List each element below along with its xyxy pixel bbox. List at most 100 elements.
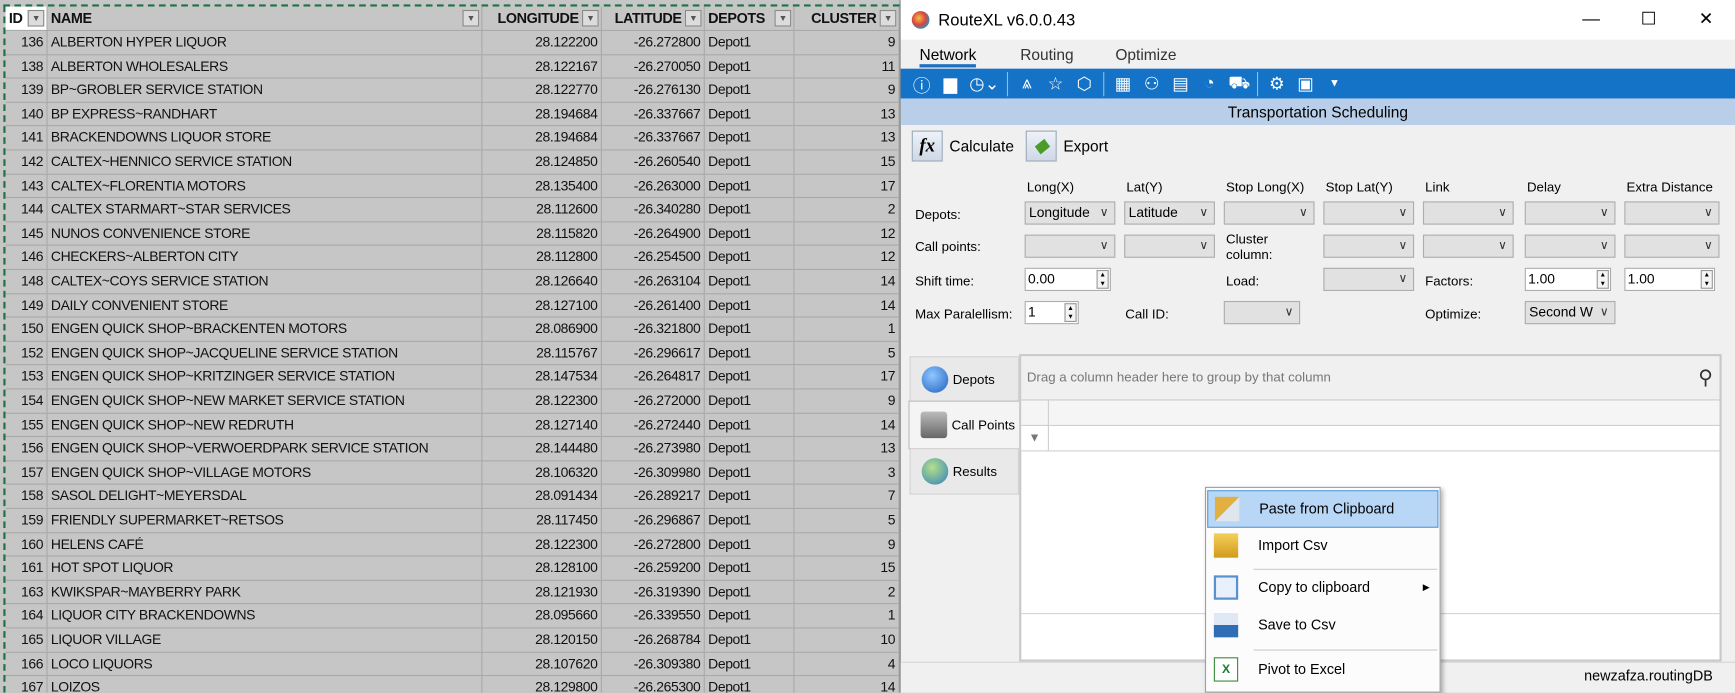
- cell-latitude[interactable]: -26.272800: [602, 532, 705, 556]
- side-tab-results[interactable]: Results: [909, 448, 1020, 495]
- cell-depots[interactable]: Depot1: [705, 198, 795, 222]
- menu-item-import-csv[interactable]: Import Csv: [1207, 528, 1438, 566]
- cell-id[interactable]: 149: [6, 293, 48, 317]
- column-header[interactable]: CLUSTER ▼: [794, 6, 900, 30]
- cell-longitude[interactable]: 28.194684: [482, 102, 602, 126]
- table-row[interactable]: 143 CALTEX~FLORENTIA MOTORS 28.135400 -26.2…: [5, 174, 900, 199]
- tab-routing[interactable]: Routing: [1020, 45, 1073, 63]
- cell-latitude[interactable]: -26.276130: [602, 78, 705, 102]
- cell-latitude[interactable]: -26.264817: [602, 365, 705, 389]
- cell-cluster[interactable]: 1: [794, 604, 900, 628]
- cell-cluster[interactable]: 17: [794, 365, 900, 389]
- save-icon[interactable]: ▣: [1296, 72, 1316, 94]
- table-row[interactable]: 144 CALTEX STARMART~STAR SERVICES 28.11260…: [5, 198, 900, 223]
- cell-depots[interactable]: Depot1: [705, 437, 795, 461]
- cell-longitude[interactable]: 28.127140: [482, 413, 602, 437]
- gauge-icon[interactable]: ◷⌄: [969, 72, 999, 94]
- cell-latitude[interactable]: -26.337667: [602, 126, 705, 150]
- spinner-arrows-icon[interactable]: ▲ ▼: [1064, 303, 1077, 322]
- cell-longitude[interactable]: 28.126640: [482, 269, 602, 293]
- cell-longitude[interactable]: 28.122770: [482, 78, 602, 102]
- cell-depots[interactable]: Depot1: [705, 604, 795, 628]
- cell-depots[interactable]: Depot1: [705, 317, 795, 341]
- cell-name[interactable]: CHECKERS~ALBERTON CITY: [48, 246, 483, 269]
- cell-latitude[interactable]: -26.309980: [602, 461, 705, 484]
- depots-1-dropdown[interactable]: Latitude: [1124, 201, 1215, 225]
- filter-dropdown-icon[interactable]: ▼: [462, 9, 480, 27]
- cell-cluster[interactable]: 12: [794, 222, 900, 245]
- cell-id[interactable]: 157: [6, 461, 48, 484]
- cell-cluster[interactable]: 15: [794, 556, 900, 580]
- cell-name[interactable]: ENGEN QUICK SHOP~VILLAGE MOTORS: [48, 461, 483, 484]
- cell-cluster[interactable]: 12: [794, 246, 900, 269]
- cell-name[interactable]: HELENS CAFÉ: [48, 532, 483, 556]
- cell-latitude[interactable]: -26.340280: [602, 198, 705, 222]
- cell-id[interactable]: 163: [6, 580, 48, 604]
- cell-name[interactable]: LOIZOS: [48, 676, 483, 693]
- cell-depots[interactable]: Depot1: [705, 628, 795, 652]
- cell-id[interactable]: 143: [6, 174, 48, 198]
- cell-cluster[interactable]: 13: [794, 102, 900, 126]
- tab-optimize[interactable]: Optimize: [1115, 45, 1176, 63]
- spinner-arrows-icon[interactable]: ▲ ▼: [1700, 269, 1713, 289]
- table-row[interactable]: 163 KWIKSPAR~MAYBERRY PARK 28.121930 -26.31…: [5, 580, 900, 605]
- cell-id[interactable]: 136: [6, 30, 48, 54]
- table-row[interactable]: 146 CHECKERS~ALBERTON CITY 28.112800 -26.25…: [5, 246, 900, 270]
- cell-latitude[interactable]: -26.273980: [602, 437, 705, 461]
- cell-id[interactable]: 142: [6, 150, 48, 174]
- cell-depots[interactable]: Depot1: [705, 461, 795, 484]
- depots-6-dropdown[interactable]: [1624, 201, 1720, 225]
- filter-icon[interactable]: ▼: [1021, 426, 1049, 451]
- menu-item-paste-from-clipboard[interactable]: Paste from Clipboard: [1207, 490, 1439, 528]
- cell-name[interactable]: SASOL DELIGHT~MEYERSDAL: [48, 485, 483, 508]
- table-row[interactable]: 139 BP~GROBLER SERVICE STATION 28.122770 -2…: [5, 78, 900, 103]
- table-row[interactable]: 157 ENGEN QUICK SHOP~VILLAGE MOTORS 28.106…: [5, 461, 900, 486]
- grid-icon[interactable]: ▦: [1113, 72, 1133, 94]
- cell-latitude[interactable]: -26.263104: [602, 269, 705, 293]
- cell-latitude[interactable]: -26.337667: [602, 102, 705, 126]
- cell-cluster[interactable]: 4: [794, 652, 900, 676]
- cell-name[interactable]: ENGEN QUICK SHOP~NEW MARKET SERVICE STAT…: [48, 389, 483, 413]
- cell-cluster[interactable]: 5: [794, 508, 900, 532]
- cell-longitude[interactable]: 28.115767: [482, 341, 602, 365]
- filter-row[interactable]: ▼: [1021, 426, 1720, 452]
- cell-id[interactable]: 155: [6, 413, 48, 437]
- cell-name[interactable]: CALTEX~FLORENTIA MOTORS: [48, 174, 483, 198]
- cell-latitude[interactable]: -26.319390: [602, 580, 705, 604]
- folder-icon[interactable]: ▆: [941, 72, 961, 94]
- cell-name[interactable]: ENGEN QUICK SHOP~NEW REDRUTH: [48, 413, 483, 437]
- cell-depots[interactable]: Depot1: [705, 126, 795, 150]
- cell-name[interactable]: ENGEN QUICK SHOP~BRACKENTEN MOTORS: [48, 317, 483, 341]
- cell-longitude[interactable]: 28.120150: [482, 628, 602, 652]
- cell-longitude[interactable]: 28.107620: [482, 652, 602, 676]
- cell-id[interactable]: 141: [6, 126, 48, 150]
- cell-depots[interactable]: Depot1: [705, 78, 795, 102]
- cell-id[interactable]: 140: [6, 102, 48, 126]
- table-row[interactable]: 159 FRIENDLY SUPERMARKET~RETSOS 28.117450-…: [5, 508, 900, 533]
- cell-depots[interactable]: Depot1: [705, 508, 795, 532]
- cell-id[interactable]: 148: [6, 269, 48, 293]
- spinner-arrows-icon[interactable]: ▲ ▼: [1596, 269, 1609, 289]
- close-button[interactable]: ✕: [1677, 0, 1735, 40]
- cell-longitude[interactable]: 28.147534: [482, 365, 602, 389]
- column-header[interactable]: LATITUDE ▼: [602, 6, 705, 30]
- table-row[interactable]: 141 BRACKENDOWNS LIQUOR STORE 28.194684 -26…: [5, 126, 900, 151]
- optimize-dropdown[interactable]: Second W: [1524, 300, 1616, 325]
- table-row[interactable]: 145 NUNOS CONVENIENCE STORE 28.115820 -26.2…: [5, 222, 900, 247]
- cell-latitude[interactable]: -26.260540: [602, 150, 705, 174]
- cell-longitude[interactable]: 28.095660: [482, 604, 602, 628]
- document-icon[interactable]: ▤: [1171, 72, 1191, 94]
- info-icon[interactable]: ⓘ: [912, 70, 932, 97]
- load-dropdown[interactable]: [1323, 267, 1415, 292]
- cell-cluster[interactable]: 13: [794, 126, 900, 150]
- star-icon[interactable]: ☆: [1046, 72, 1066, 94]
- table-row[interactable]: 153 ENGEN QUICK SHOP~KRITZINGER SERVICE S…: [5, 365, 900, 390]
- depots-4-dropdown[interactable]: [1422, 201, 1514, 225]
- depots-0-dropdown[interactable]: Longitude: [1024, 201, 1116, 225]
- table-row[interactable]: 154 ENGEN QUICK SHOP~NEW MARKET SERVICE S…: [5, 389, 900, 414]
- table-row[interactable]: 167 LOIZOS 28.129800 -26.265300 Depot1 14: [6, 676, 900, 693]
- cell-cluster[interactable]: 2: [794, 580, 900, 604]
- cell-longitude[interactable]: 28.194684: [482, 126, 602, 150]
- cell-name[interactable]: CALTEX STARMART~STAR SERVICES: [48, 198, 483, 222]
- menu-item-copy-to-clipboard[interactable]: Copy to clipboard ▶: [1207, 570, 1438, 608]
